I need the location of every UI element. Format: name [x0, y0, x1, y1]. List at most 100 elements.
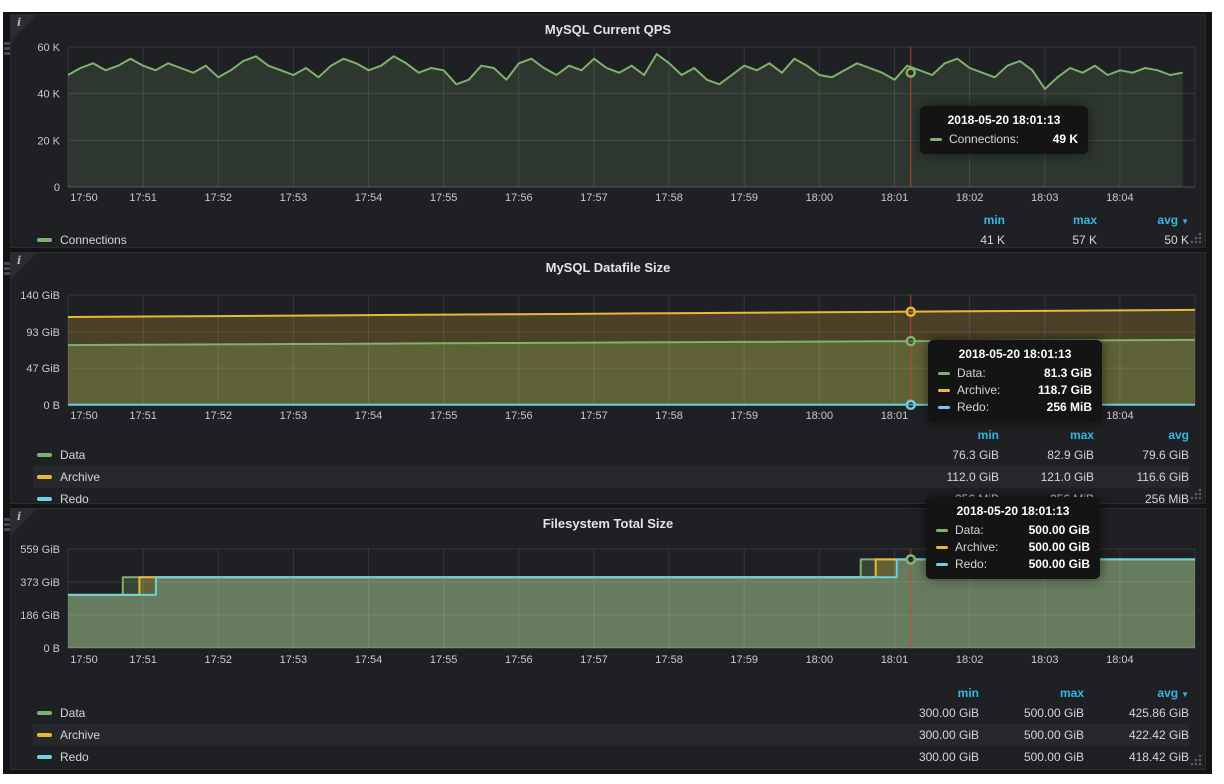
y-axis-tick-label: 0 B: [43, 400, 60, 412]
panel-info-icon[interactable]: i: [11, 509, 37, 535]
legend-sort-min[interactable]: min: [874, 686, 979, 700]
legend-sort-avg[interactable]: avg: [1094, 428, 1189, 442]
panel-resize-handle[interactable]: [1189, 753, 1203, 767]
legend-row-redo: Redo300.00 GiB500.00 GiB418.42 GiB: [33, 746, 1189, 768]
x-axis-tick-label: 18:01: [881, 410, 909, 422]
series-color-dash-icon: [938, 372, 950, 375]
legend-avg-value: 425.86 GiB: [1084, 706, 1189, 720]
graph-tooltip: 2018-05-20 18:01:13Connections:49 K: [920, 106, 1088, 154]
legend-max-value: 82.9 GiB: [999, 448, 1094, 462]
legend: minmaxavg▼ Connections41 K57 K50 K: [33, 211, 1189, 251]
legend-avg-value: 422.42 GiB: [1084, 728, 1189, 742]
series-color-dash-icon[interactable]: [37, 238, 52, 242]
legend-series-label[interactable]: Redo: [60, 750, 89, 764]
legend-series-label[interactable]: Connections: [60, 233, 127, 247]
legend-sort-max[interactable]: max: [999, 428, 1094, 442]
x-axis-tick-label: 18:03: [1031, 192, 1059, 204]
legend: minmaxavg▼Data300.00 GiB500.00 GiB425.86…: [33, 684, 1189, 768]
y-axis-tick-label: 47 GiB: [26, 363, 60, 375]
tooltip-series-value: 256 MiB: [1031, 400, 1092, 414]
x-axis-tick-label: 18:00: [806, 410, 834, 422]
x-axis-tick-label: 17:54: [355, 410, 383, 422]
tooltip-series-row: Connections:49 K: [930, 132, 1078, 146]
x-axis-tick-label: 17:50: [70, 192, 98, 204]
x-axis-tick-label: 18:04: [1106, 410, 1134, 422]
tooltip-series-label: Archive:: [957, 383, 1000, 397]
series-color-dash-icon[interactable]: [37, 453, 52, 457]
series-color-dash-icon[interactable]: [37, 733, 52, 737]
tooltip-series-row: Redo: 500.00 GiB: [936, 557, 1090, 571]
legend-sort-avg[interactable]: avg▼: [1097, 213, 1189, 227]
panel-title[interactable]: MySQL Datafile Size: [11, 260, 1205, 275]
legend-series-label[interactable]: Archive: [60, 470, 100, 484]
series-color-dash-icon[interactable]: [37, 711, 52, 715]
x-axis-tick-label: 17:56: [505, 654, 533, 666]
x-axis-tick-label: 18:00: [806, 654, 834, 666]
legend-series-label[interactable]: Redo: [60, 492, 89, 506]
panel-info-icon[interactable]: i: [11, 15, 37, 41]
y-axis-tick-label: 93 GiB: [26, 327, 60, 339]
x-axis-tick-label: 17:58: [655, 654, 683, 666]
hover-point-archive: [907, 308, 915, 316]
tooltip-series-row: Data: 500.00 GiB: [936, 523, 1090, 537]
panel-resize-handle[interactable]: [1189, 231, 1203, 245]
legend-avg-value: 418.42 GiB: [1084, 750, 1189, 764]
legend-min-value: 76.3 GiB: [904, 448, 999, 462]
x-axis-tick-label: 17:57: [580, 410, 608, 422]
x-axis-tick-label: 18:00: [806, 192, 834, 204]
panel-title[interactable]: MySQL Current QPS: [11, 22, 1205, 37]
legend-avg-value: 256 MiB: [1094, 492, 1189, 506]
tooltip-series-value: 500.00 GiB: [1013, 557, 1090, 571]
panel-info-icon[interactable]: i: [11, 253, 37, 279]
series-color-dash-icon[interactable]: [37, 475, 52, 479]
hover-point-redo: [907, 401, 915, 409]
legend-sort-max[interactable]: max: [979, 686, 1084, 700]
legend-sort-max[interactable]: max: [1005, 213, 1097, 227]
row-drag-handle[interactable]: [4, 260, 10, 277]
info-icon-glyph: i: [17, 254, 21, 267]
x-axis-tick-label: 17:55: [430, 410, 458, 422]
y-axis-tick-label: 373 GiB: [20, 577, 60, 589]
x-axis-tick-label: 17:51: [129, 410, 157, 422]
panel-resize-handle[interactable]: [1189, 487, 1203, 501]
x-axis-tick-label: 17:52: [205, 654, 233, 666]
legend-series-label[interactable]: Data: [60, 448, 85, 462]
tooltip-series-label: Connections:: [949, 132, 1019, 146]
y-axis-tick-label: 40 K: [37, 89, 60, 101]
y-axis-tick-label: 20 K: [37, 135, 60, 147]
x-axis-tick-label: 17:56: [505, 192, 533, 204]
legend-max-value: 500.00 GiB: [979, 706, 1084, 720]
tooltip-timestamp: 2018-05-20 18:01:13: [938, 347, 1092, 361]
x-axis-tick-label: 17:52: [205, 410, 233, 422]
legend-row-connections: Connections41 K57 K50 K: [33, 229, 1189, 251]
x-axis-tick-label: 17:57: [580, 192, 608, 204]
series-color-dash-icon[interactable]: [37, 497, 52, 501]
tooltip-series-label: Redo:: [955, 557, 987, 571]
x-axis-tick-label: 18:02: [956, 192, 984, 204]
legend-header-row: minmaxavg: [33, 426, 1189, 444]
legend-sort-min[interactable]: min: [904, 428, 999, 442]
x-axis-tick-label: 17:53: [280, 410, 308, 422]
legend-row-archive: Archive112.0 GiB121.0 GiB116.6 GiB: [33, 466, 1189, 488]
series-color-dash-icon: [936, 563, 948, 566]
row-drag-handle[interactable]: [4, 40, 10, 57]
x-axis-tick-label: 17:59: [730, 654, 758, 666]
y-axis-tick-label: 60 K: [37, 42, 60, 54]
series-color-dash-icon[interactable]: [37, 755, 52, 759]
tooltip-series-value: 500.00 GiB: [1013, 523, 1090, 537]
tooltip-series-label: Data:: [955, 523, 984, 537]
tooltip-series-value: 500.00 GiB: [1013, 540, 1090, 554]
hover-point-data: [907, 337, 915, 345]
legend-sort-min[interactable]: min: [913, 213, 1005, 227]
legend-series-label[interactable]: Archive: [60, 728, 100, 742]
x-axis-tick-label: 17:50: [70, 654, 98, 666]
legend-avg-value: 50 K: [1097, 233, 1189, 247]
legend-avg-value: 79.6 GiB: [1094, 448, 1189, 462]
tooltip-series-value: 81.3 GiB: [1028, 366, 1092, 380]
row-drag-handle[interactable]: [4, 516, 10, 533]
legend-sort-avg[interactable]: avg▼: [1084, 686, 1189, 700]
legend-series-label[interactable]: Data: [60, 706, 85, 720]
sort-caret-icon: ▼: [1181, 690, 1189, 699]
y-axis-tick-label: 140 GiB: [20, 290, 60, 302]
legend-max-value: 57 K: [1005, 233, 1097, 247]
